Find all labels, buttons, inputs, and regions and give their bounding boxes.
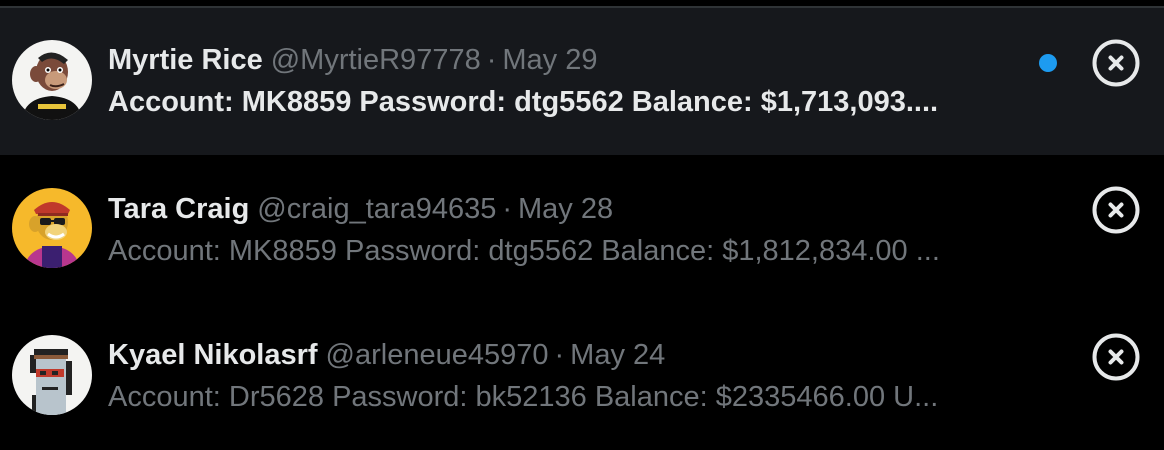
ape-avatar-icon	[12, 188, 92, 268]
conversation-text: Kyael Nikolasrf @arleneue45970 · May 24 Acc…	[108, 337, 1008, 415]
conversation-row[interactable]: Kyael Nikolasrf @arleneue45970 · May 24 Acc…	[0, 302, 1164, 449]
conversation-list: Myrtie Rice @MyrtieR97778 · May 29 Account:…	[0, 8, 1164, 449]
ape-avatar-icon	[12, 40, 92, 120]
conversation-row[interactable]: Myrtie Rice @MyrtieR97778 · May 29 Account:…	[0, 8, 1164, 155]
avatar[interactable]	[12, 188, 92, 268]
separator-dot: ·	[502, 193, 513, 225]
sender-name: Kyael Nikolasrf	[108, 339, 318, 371]
sender-name: Tara Craig	[108, 193, 250, 225]
message-date: May 28	[518, 193, 614, 225]
close-circle-icon	[1092, 39, 1140, 87]
avatar[interactable]	[12, 40, 92, 120]
conversation-row[interactable]: Tara Craig @craig_tara94635 · May 28 Accoun…	[0, 155, 1164, 302]
dismiss-button[interactable]	[1091, 185, 1141, 235]
sender-name: Myrtie Rice	[108, 44, 263, 76]
pixel-punk-avatar-icon	[12, 335, 92, 415]
message-preview: Account: MK8859 Password: dtg5562 Balanc…	[108, 86, 939, 118]
dismiss-button[interactable]	[1091, 38, 1141, 88]
message-date: May 24	[570, 339, 666, 371]
sender-handle: @craig_tara94635	[257, 193, 497, 225]
conversation-text: Tara Craig @craig_tara94635 · May 28 Accoun…	[108, 191, 1008, 269]
conversation-text: Myrtie Rice @MyrtieR97778 · May 29 Account:…	[108, 42, 1008, 120]
message-date: May 29	[502, 44, 598, 76]
conversation-meta: Kyael Nikolasrf @arleneue45970 · May 24	[108, 337, 1008, 373]
close-circle-icon	[1092, 333, 1140, 381]
unread-indicator	[1039, 54, 1057, 72]
conversation-meta: Myrtie Rice @MyrtieR97778 · May 29	[108, 42, 1008, 78]
message-preview: Account: Dr5628 Password: bk52136 Balanc…	[108, 381, 939, 413]
message-preview: Account: MK8859 Password: dtg5562 Balanc…	[108, 235, 940, 267]
sender-handle: @arleneue45970	[325, 339, 549, 371]
conversation-meta: Tara Craig @craig_tara94635 · May 28	[108, 191, 1008, 227]
separator-dot: ·	[554, 339, 565, 371]
dismiss-button[interactable]	[1091, 332, 1141, 382]
avatar[interactable]	[12, 335, 92, 415]
separator-dot: ·	[486, 44, 497, 76]
sender-handle: @MyrtieR97778	[270, 44, 481, 76]
close-circle-icon	[1092, 186, 1140, 234]
